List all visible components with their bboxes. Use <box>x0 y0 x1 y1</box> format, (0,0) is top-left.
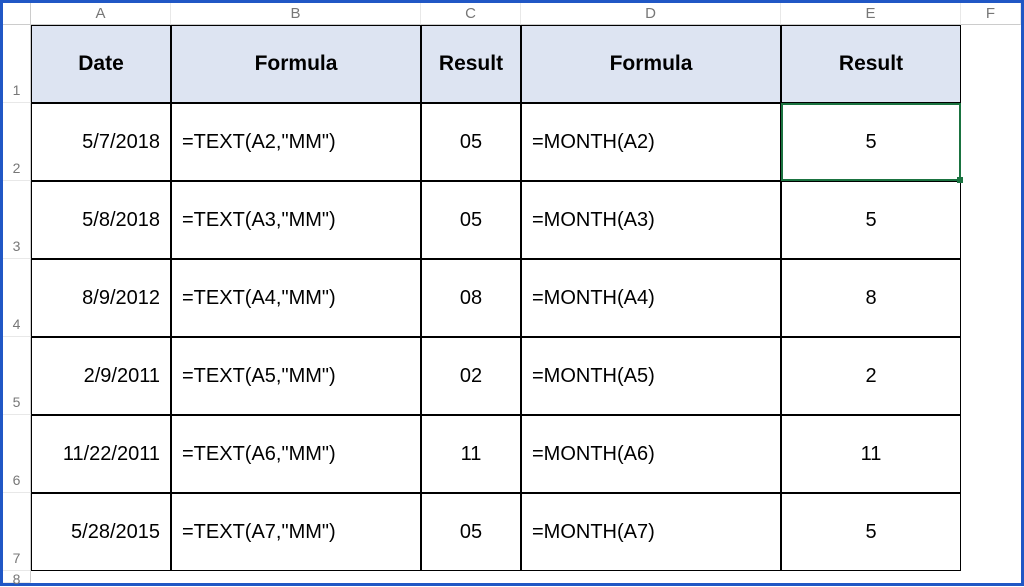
cell-E4[interactable]: 8 <box>781 259 961 337</box>
cell-F8[interactable] <box>961 571 1021 583</box>
spreadsheet-grid: A B C D E F 1 Date Formula Result Formul… <box>3 3 1021 583</box>
grid-corner <box>3 3 31 25</box>
row-header-4[interactable]: 4 <box>3 259 31 337</box>
cell-F7[interactable] <box>961 493 1021 571</box>
row-header-1[interactable]: 1 <box>3 25 31 103</box>
row-header-2[interactable]: 2 <box>3 103 31 181</box>
header-formula-b[interactable]: Formula <box>171 25 421 103</box>
cell-E2-selected[interactable]: 5 <box>781 103 961 181</box>
cell-B7[interactable]: =TEXT(A7,"MM") <box>171 493 421 571</box>
row-header-8[interactable]: 8 <box>3 571 31 583</box>
cell-A4[interactable]: 8/9/2012 <box>31 259 171 337</box>
header-date[interactable]: Date <box>31 25 171 103</box>
cell-E6[interactable]: 11 <box>781 415 961 493</box>
row-header-7[interactable]: 7 <box>3 493 31 571</box>
cell-E7[interactable]: 5 <box>781 493 961 571</box>
column-header-E[interactable]: E <box>781 3 961 25</box>
cell-A5[interactable]: 2/9/2011 <box>31 337 171 415</box>
column-header-F[interactable]: F <box>961 3 1021 25</box>
cell-D3[interactable]: =MONTH(A3) <box>521 181 781 259</box>
cell-A8[interactable] <box>31 571 171 583</box>
cell-A2[interactable]: 5/7/2018 <box>31 103 171 181</box>
cell-F5[interactable] <box>961 337 1021 415</box>
cell-E8[interactable] <box>781 571 961 583</box>
cell-A7[interactable]: 5/28/2015 <box>31 493 171 571</box>
cell-F6[interactable] <box>961 415 1021 493</box>
cell-B5[interactable]: =TEXT(A5,"MM") <box>171 337 421 415</box>
cell-B3[interactable]: =TEXT(A3,"MM") <box>171 181 421 259</box>
cell-E5[interactable]: 2 <box>781 337 961 415</box>
cell-C8[interactable] <box>421 571 521 583</box>
column-header-B[interactable]: B <box>171 3 421 25</box>
row-header-6[interactable]: 6 <box>3 415 31 493</box>
cell-A3[interactable]: 5/8/2018 <box>31 181 171 259</box>
cell-B2[interactable]: =TEXT(A2,"MM") <box>171 103 421 181</box>
cell-D7[interactable]: =MONTH(A7) <box>521 493 781 571</box>
cell-F2[interactable] <box>961 103 1021 181</box>
cell-C3[interactable]: 05 <box>421 181 521 259</box>
cell-F4[interactable] <box>961 259 1021 337</box>
cell-F3[interactable] <box>961 181 1021 259</box>
header-result-e[interactable]: Result <box>781 25 961 103</box>
cell-D8[interactable] <box>521 571 781 583</box>
cell-D6[interactable]: =MONTH(A6) <box>521 415 781 493</box>
header-formula-d[interactable]: Formula <box>521 25 781 103</box>
row-header-5[interactable]: 5 <box>3 337 31 415</box>
cell-E3[interactable]: 5 <box>781 181 961 259</box>
cell-D2[interactable]: =MONTH(A2) <box>521 103 781 181</box>
cell-C5[interactable]: 02 <box>421 337 521 415</box>
cell-D4[interactable]: =MONTH(A4) <box>521 259 781 337</box>
cell-B6[interactable]: =TEXT(A6,"MM") <box>171 415 421 493</box>
cell-B4[interactable]: =TEXT(A4,"MM") <box>171 259 421 337</box>
cell-C7[interactable]: 05 <box>421 493 521 571</box>
cell-C6[interactable]: 11 <box>421 415 521 493</box>
cell-D5[interactable]: =MONTH(A5) <box>521 337 781 415</box>
column-header-D[interactable]: D <box>521 3 781 25</box>
cell-C4[interactable]: 08 <box>421 259 521 337</box>
column-header-A[interactable]: A <box>31 3 171 25</box>
cell-F1[interactable] <box>961 25 1021 103</box>
header-result-c[interactable]: Result <box>421 25 521 103</box>
cell-C2[interactable]: 05 <box>421 103 521 181</box>
cell-A6[interactable]: 11/22/2011 <box>31 415 171 493</box>
row-header-3[interactable]: 3 <box>3 181 31 259</box>
column-header-C[interactable]: C <box>421 3 521 25</box>
cell-B8[interactable] <box>171 571 421 583</box>
